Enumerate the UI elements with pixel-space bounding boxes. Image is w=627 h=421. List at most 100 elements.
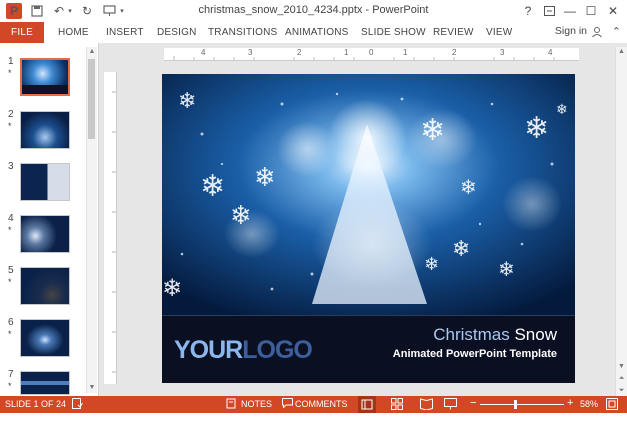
thumbnail-number: 5 bbox=[8, 265, 14, 276]
thumbnail-image bbox=[20, 371, 70, 395]
svg-text:❄: ❄ bbox=[254, 163, 276, 193]
vertical-ruler bbox=[104, 72, 117, 384]
zoom-in-button[interactable]: + bbox=[567, 397, 573, 409]
minimize-button[interactable]: — bbox=[559, 2, 581, 20]
svg-text:❄: ❄ bbox=[460, 175, 477, 199]
thumbnail-image bbox=[20, 267, 70, 305]
tab-view[interactable]: VIEW bbox=[486, 22, 512, 43]
tab-review[interactable]: REVIEW bbox=[433, 22, 474, 43]
svg-text:❄: ❄ bbox=[420, 113, 445, 148]
thumbnail-image bbox=[20, 163, 70, 201]
scroll-up-arrow-icon[interactable]: ▲ bbox=[616, 47, 627, 57]
tab-file[interactable]: FILE bbox=[0, 22, 44, 43]
powerpoint-app-icon[interactable]: P bbox=[6, 3, 22, 19]
thumbnail-number: 4 bbox=[8, 213, 14, 224]
placeholder-logo: YOURLOGO bbox=[174, 336, 313, 364]
animation-marker: * bbox=[8, 121, 12, 131]
next-slide-icon[interactable]: ⏷ bbox=[616, 386, 627, 396]
thumbnail-image bbox=[20, 319, 70, 357]
comments-button[interactable]: COMMENTS bbox=[295, 399, 348, 409]
undo-icon[interactable]: ↶ bbox=[52, 3, 66, 19]
ruler-label: 3 bbox=[500, 48, 505, 57]
ruler-label: 4 bbox=[548, 48, 553, 57]
fit-to-window-icon[interactable] bbox=[606, 398, 618, 412]
spell-check-icon[interactable] bbox=[72, 398, 83, 411]
redo-icon[interactable]: ↻ bbox=[80, 3, 94, 19]
close-button[interactable]: ✕ bbox=[602, 2, 624, 20]
slide-subtitle[interactable]: Animated PowerPoint Template bbox=[393, 348, 557, 360]
slide-thumbnail-5[interactable]: 5 * bbox=[0, 265, 84, 317]
ribbon-display-options-icon[interactable] bbox=[538, 2, 560, 20]
slide-sorter-icon[interactable] bbox=[391, 398, 403, 412]
horizontal-ruler: 4 3 2 1 0 1 2 3 4 bbox=[164, 48, 579, 61]
tab-insert[interactable]: INSERT bbox=[106, 22, 144, 43]
animation-marker: * bbox=[8, 329, 12, 339]
scroll-down-arrow-icon[interactable]: ▼ bbox=[616, 362, 627, 372]
title-bar: P ↶ ▾ ↻ ▾ christmas_snow_2010_4234.pptx … bbox=[0, 0, 627, 22]
scroll-down-arrow-icon[interactable]: ▼ bbox=[87, 383, 97, 393]
previous-slide-icon[interactable]: ⏶ bbox=[616, 374, 627, 384]
slide-thumbnail-pane: 1 * 2 * 3 4 * 5 * 6 * 7 * bbox=[0, 43, 99, 396]
customize-toolbar-icon[interactable]: ▾ bbox=[118, 3, 126, 19]
slide-thumbnail-3[interactable]: 3 bbox=[0, 161, 84, 213]
ruler-label: 0 bbox=[369, 48, 374, 57]
ruler-label: 2 bbox=[297, 48, 302, 57]
tab-slide-show[interactable]: SLIDE SHOW bbox=[361, 22, 426, 43]
thumbnail-image bbox=[20, 111, 70, 149]
reading-view-icon[interactable] bbox=[420, 398, 433, 412]
editor-scrollbar[interactable]: ▲ ▼ ⏶ ⏷ bbox=[615, 47, 627, 396]
animation-marker: * bbox=[8, 225, 12, 235]
slide-footer-band: YOURLOGO Christmas Snow Animated PowerPo… bbox=[162, 315, 575, 383]
tab-transitions[interactable]: TRANSITIONS bbox=[208, 22, 277, 43]
help-button[interactable]: ? bbox=[517, 2, 539, 20]
comments-icon[interactable] bbox=[282, 398, 293, 410]
tab-home[interactable]: HOME bbox=[58, 22, 89, 43]
thumbnail-scrollbar[interactable]: ▲ ▼ bbox=[86, 47, 97, 393]
slide-thumbnail-1[interactable]: 1 * bbox=[0, 56, 84, 108]
animation-marker: * bbox=[8, 68, 12, 78]
slide-title[interactable]: Christmas Snow bbox=[433, 325, 557, 345]
zoom-percentage[interactable]: 58% bbox=[580, 399, 598, 409]
ruler-label: 3 bbox=[248, 48, 253, 57]
thumbnail-number: 2 bbox=[8, 109, 14, 120]
collapse-ribbon-icon[interactable]: ⌃ bbox=[612, 25, 621, 38]
svg-text:❄: ❄ bbox=[230, 201, 252, 231]
snow-tree-artwork: ❄ ❄ ❄ ❄ ❄ ❄ ❄ ❄ ❄ ❄ ❄ ❄ bbox=[162, 74, 575, 316]
notes-button[interactable]: NOTES bbox=[241, 399, 272, 409]
slide-thumbnail-4[interactable]: 4 * bbox=[0, 213, 84, 265]
save-icon[interactable] bbox=[30, 3, 44, 19]
account-icon[interactable] bbox=[591, 26, 603, 38]
ruler-label: 2 bbox=[452, 48, 457, 57]
animation-marker: * bbox=[8, 381, 12, 391]
slide-canvas[interactable]: ❄ ❄ ❄ ❄ ❄ ❄ ❄ ❄ ❄ ❄ ❄ ❄ YOURLOGO Christm… bbox=[162, 74, 575, 383]
normal-view-icon[interactable] bbox=[358, 396, 376, 413]
tab-design[interactable]: DESIGN bbox=[157, 22, 197, 43]
slide-thumbnail-6[interactable]: 6 * bbox=[0, 317, 84, 369]
vertical-ruler-ticks bbox=[112, 91, 116, 373]
thumbnail-number: 1 bbox=[8, 56, 14, 67]
svg-text:❄: ❄ bbox=[452, 237, 470, 262]
notes-icon[interactable] bbox=[226, 398, 236, 411]
thumbnail-number: 3 bbox=[8, 161, 14, 172]
thumbnail-image bbox=[20, 215, 70, 253]
scroll-up-arrow-icon[interactable]: ▲ bbox=[87, 47, 97, 57]
slide-thumbnail-2[interactable]: 2 * bbox=[0, 109, 84, 161]
svg-text:❄: ❄ bbox=[162, 274, 182, 302]
maximize-button[interactable]: ☐ bbox=[580, 2, 602, 20]
ruler-label: 4 bbox=[201, 48, 206, 57]
tab-animations[interactable]: ANIMATIONS bbox=[285, 22, 348, 43]
slideshow-view-icon[interactable] bbox=[444, 398, 457, 412]
sign-in-link[interactable]: Sign in bbox=[555, 25, 587, 37]
thumbnail-number: 6 bbox=[8, 317, 14, 328]
svg-text:❄: ❄ bbox=[498, 257, 515, 281]
start-slideshow-icon[interactable] bbox=[102, 3, 116, 19]
zoom-slider-track[interactable] bbox=[480, 404, 564, 405]
scrollbar-thumb[interactable] bbox=[88, 59, 95, 139]
svg-text:❄: ❄ bbox=[556, 102, 568, 118]
undo-dropdown-icon[interactable]: ▾ bbox=[66, 3, 74, 19]
zoom-slider-thumb[interactable] bbox=[514, 400, 517, 409]
svg-text:❄: ❄ bbox=[200, 169, 225, 204]
zoom-out-button[interactable]: − bbox=[470, 397, 476, 409]
thumbnail-number: 7 bbox=[8, 369, 14, 380]
svg-text:❄: ❄ bbox=[178, 89, 196, 114]
